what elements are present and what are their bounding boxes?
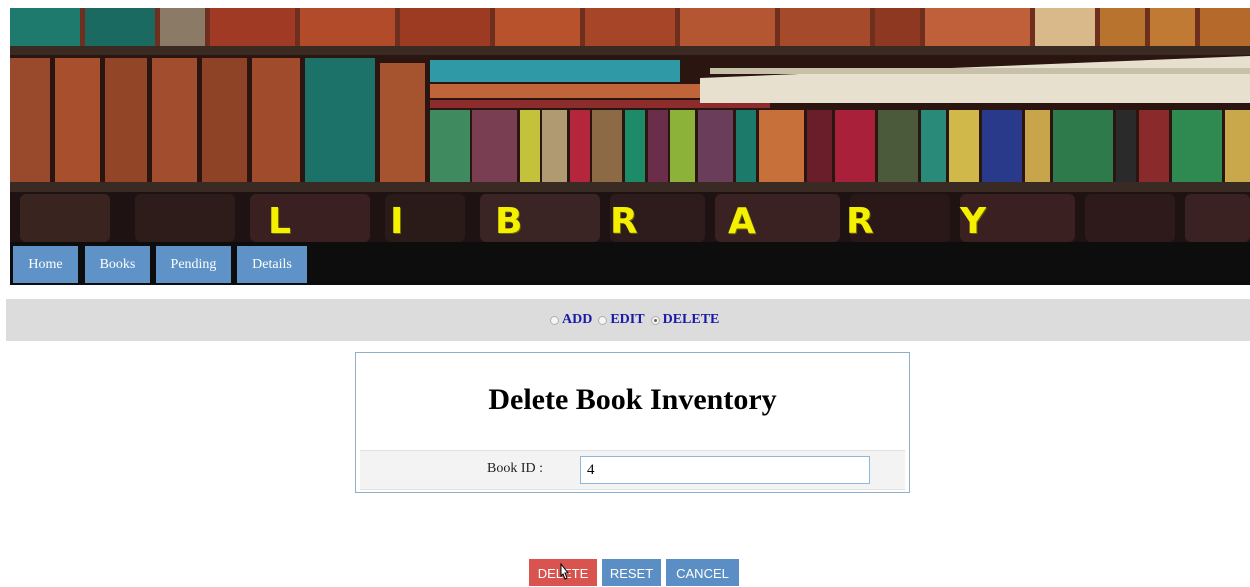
mode-selector-bar: ADD EDIT DELETE (6, 299, 1250, 341)
radio-edit[interactable] (598, 315, 608, 325)
form-title: Delete Book Inventory (488, 383, 777, 416)
banner-letter: L (268, 201, 291, 242)
banner-letter: R (610, 201, 638, 242)
reset-button[interactable]: RESET (602, 559, 661, 586)
pointer-cursor-icon (560, 563, 570, 580)
book-id-input[interactable] (580, 456, 870, 484)
banner-letter: A (728, 201, 756, 242)
mode-radio-group: ADD EDIT DELETE (550, 311, 725, 329)
banner-letter: Y (960, 201, 987, 242)
nav-pending[interactable]: Pending (156, 246, 231, 283)
delete-form-panel: Delete Book Inventory Book ID : (355, 352, 910, 493)
banner-letter: I (390, 201, 404, 242)
nav-books[interactable]: Books (85, 246, 150, 283)
radio-add-label[interactable]: ADD (562, 312, 592, 328)
radio-delete-label[interactable]: DELETE (663, 312, 720, 328)
nav-details[interactable]: Details (237, 246, 307, 283)
book-id-row: Book ID : (360, 450, 905, 490)
radio-delete[interactable] (650, 315, 660, 325)
cancel-button[interactable]: CANCEL (666, 559, 739, 586)
banner-letter: R (846, 201, 874, 242)
main-nav: Home Books Pending Details (10, 242, 1250, 285)
banner-letter: B (495, 201, 523, 242)
library-banner: L I B R A R Y (10, 8, 1250, 242)
nav-home[interactable]: Home (13, 246, 78, 283)
book-id-label: Book ID : (487, 461, 543, 476)
radio-edit-label[interactable]: EDIT (610, 312, 644, 328)
radio-add[interactable] (550, 315, 559, 325)
